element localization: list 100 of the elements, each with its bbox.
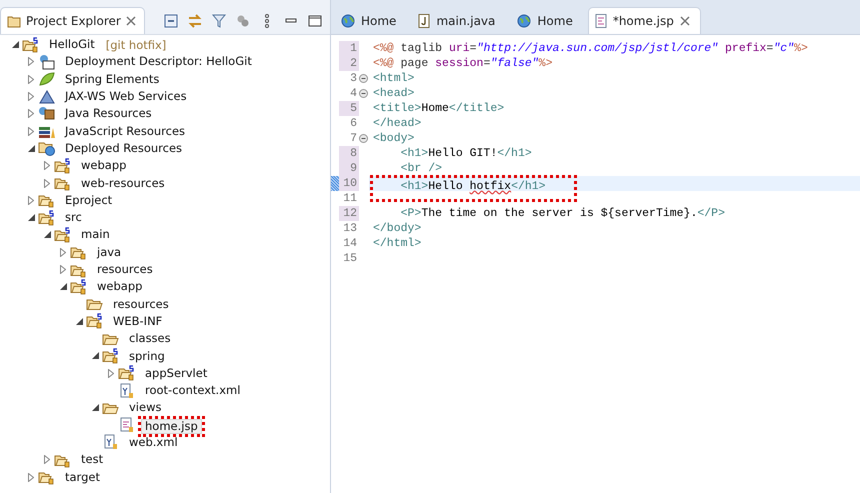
tree-item[interactable]: JAX-WS Web Services (61, 89, 191, 104)
tree-item[interactable]: views (125, 400, 166, 416)
tree-item[interactable]: home.jsp (141, 418, 202, 434)
line-number: 12 (339, 206, 359, 221)
tree-item[interactable]: webapp (77, 158, 130, 174)
link-arrows-icon[interactable] (186, 13, 203, 29)
expanded-arrow-icon[interactable] (60, 283, 66, 290)
collapsed-arrow-icon[interactable] (44, 178, 50, 188)
tree-item[interactable]: resources (93, 262, 157, 278)
project-icon (22, 36, 40, 53)
line-number: 3 (349, 71, 358, 86)
spring-folder-icon (38, 210, 56, 226)
collapsed-arrow-icon[interactable] (28, 196, 34, 205)
collapsed-arrow-icon[interactable] (28, 109, 34, 118)
collapse-all-icon[interactable] (162, 13, 179, 29)
code-line: <%@ taglib uri="http://java.sun.com/jsp/jstl/core" prefix="c"%> (373, 41, 808, 56)
editor-tab[interactable]: Home (334, 7, 408, 34)
tree-item[interactable]: classes (125, 331, 175, 346)
tree-item[interactable]: Eproject (61, 192, 116, 208)
xml-file-icon (102, 434, 120, 450)
close-icon[interactable] (126, 16, 136, 26)
line-number: 4 (349, 86, 358, 101)
code-line: </body> (373, 221, 422, 236)
line-number: 5 (339, 101, 359, 116)
code-line: <body> (373, 131, 414, 146)
editor-tab[interactable]: *home.jsp (588, 7, 701, 34)
tree-item[interactable]: root-context.xml (141, 383, 244, 398)
code-line: <h1>Hello hotfix</h1> (400, 179, 546, 194)
tree-item[interactable]: web-resources (77, 176, 169, 191)
line-number: 2 (339, 56, 359, 71)
code-line: <h1>Hello GIT!</h1> (400, 146, 532, 161)
view-title: Project Explorer (26, 14, 121, 28)
code-line: <html> (373, 71, 414, 86)
expanded-arrow-icon[interactable] (44, 231, 50, 238)
fold-icon[interactable] (359, 74, 368, 83)
globe-icon (517, 14, 532, 28)
maximize-icon[interactable] (306, 13, 323, 29)
spring-folder-icon (70, 278, 88, 295)
tree-item[interactable]: Java Resources (61, 106, 156, 122)
line-number: 14 (342, 236, 358, 251)
line-number: 11 (342, 191, 358, 206)
editor-tab[interactable]: main.java (411, 7, 506, 34)
collapsed-arrow-icon[interactable] (28, 57, 34, 66)
tree-item[interactable]: resources (109, 296, 173, 312)
code-line: <title>Home</title> (373, 101, 504, 116)
tree-item[interactable]: web.xml (125, 434, 182, 450)
collapsed-arrow-icon[interactable] (60, 265, 66, 274)
collapsed-arrow-icon[interactable] (60, 248, 66, 257)
globe-icon (341, 14, 355, 28)
tree-item[interactable]: webapp (93, 279, 146, 294)
collapsed-arrow-icon[interactable] (28, 74, 34, 84)
jsp-file-icon (594, 14, 607, 28)
collapsed-arrow-icon[interactable] (44, 161, 50, 170)
xml-file-icon (118, 382, 136, 399)
spring-folder-icon (54, 226, 72, 243)
tree-item[interactable]: main (77, 227, 114, 242)
tree-item[interactable]: Deployment Descriptor: HelloGit (61, 54, 256, 70)
leaf-icon (38, 71, 56, 88)
collapsed-arrow-icon[interactable] (44, 455, 50, 464)
fold-icon[interactable] (359, 89, 368, 98)
expanded-arrow-icon[interactable] (92, 352, 98, 360)
expanded-arrow-icon[interactable] (76, 318, 82, 325)
fold-icon[interactable] (359, 134, 368, 143)
tree-item[interactable]: src (61, 210, 86, 226)
view-tab[interactable]: Project Explorer (0, 7, 145, 34)
tree-item[interactable]: WEB-INF (109, 314, 166, 329)
expanded-arrow-icon[interactable] (28, 214, 34, 222)
filter-icon[interactable] (210, 13, 227, 29)
tree-item[interactable]: JavaScript Resources (61, 124, 190, 139)
expanded-arrow-icon[interactable] (12, 41, 18, 48)
tree-item[interactable]: test (77, 452, 108, 468)
editor-tab[interactable]: Home (510, 7, 584, 34)
jar-icon (38, 106, 56, 122)
close-icon[interactable] (680, 16, 690, 26)
tree-item[interactable]: java (93, 244, 126, 260)
gears-icon[interactable] (234, 13, 251, 29)
expanded-arrow-icon[interactable] (28, 144, 34, 152)
tree-item[interactable]: spring (125, 348, 169, 364)
branch-label: [git hotfix] (106, 38, 166, 52)
tree-item[interactable]: Spring Elements (61, 72, 164, 87)
descriptor-icon (38, 54, 56, 70)
code-line: <%@ page session="false"%> (373, 56, 552, 71)
line-number: 13 (342, 221, 358, 236)
line-number: 15 (342, 251, 358, 266)
tree-item[interactable]: HelloGit (45, 37, 99, 52)
code-line: </html> (373, 236, 422, 251)
collapsed-arrow-icon[interactable] (108, 368, 114, 378)
tree-item[interactable]: target (61, 470, 104, 485)
expanded-arrow-icon[interactable] (92, 404, 98, 412)
collapsed-arrow-icon[interactable] (28, 126, 34, 136)
line-number: 1 (339, 41, 359, 56)
jsp-file-icon (118, 417, 136, 434)
line-number: 10 (339, 176, 359, 191)
code-line: </head> (373, 116, 422, 131)
line-number: 7 (349, 131, 358, 146)
spring-folder-icon (102, 348, 120, 364)
tree-item[interactable]: appServlet (141, 366, 212, 381)
collapsed-arrow-icon[interactable] (28, 92, 34, 102)
collapsed-arrow-icon[interactable] (28, 472, 34, 482)
tree-item[interactable]: Deployed Resources (61, 140, 186, 156)
